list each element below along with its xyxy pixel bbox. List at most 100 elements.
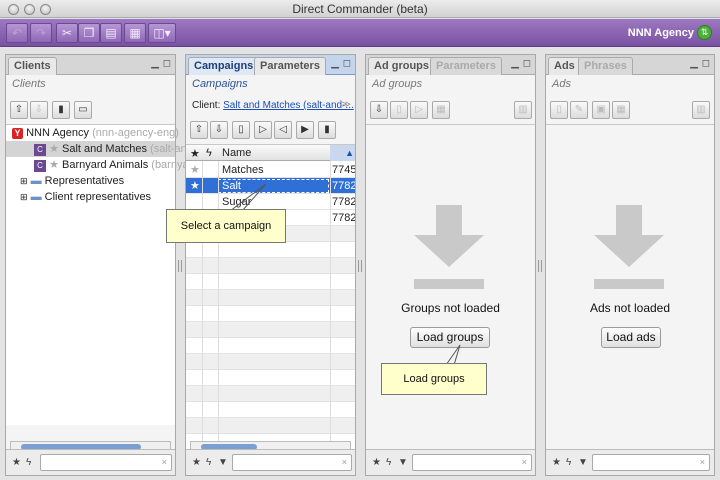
zoom-window-button[interactable] xyxy=(40,4,51,15)
collapse-icon[interactable]: ≫ xyxy=(342,99,351,110)
campaigns-search-input[interactable]: × xyxy=(232,454,352,471)
battery-icon[interactable]: ▭ xyxy=(74,101,92,119)
tree-client-item[interactable]: C ★ Salt and Matches (salt-and- xyxy=(6,141,197,157)
clients-panel: Clients ▁ ◻ Clients ⇧ ⇩ ▮ ▭ Y NNN Agency… xyxy=(5,54,197,476)
trash-icon[interactable]: ▥ xyxy=(692,101,710,119)
start-icon[interactable]: ▷ xyxy=(254,121,272,139)
tab-ads[interactable]: Ads xyxy=(548,57,581,75)
lightning-filter-icon[interactable]: ϟ xyxy=(206,457,211,468)
star-filter-icon[interactable]: ★ xyxy=(12,457,21,468)
sync-status-icon[interactable]: ⇅ xyxy=(697,25,712,40)
minimize-window-button[interactable] xyxy=(24,4,35,15)
name-column-header[interactable]: Name xyxy=(222,147,251,159)
client-selector[interactable]: Client: Salt and Matches (salt-and-... xyxy=(192,100,354,111)
splitter-handle[interactable] xyxy=(538,260,542,272)
expand-icon[interactable]: ⊞ xyxy=(20,176,28,186)
lightning-filter-icon[interactable]: ϟ xyxy=(386,457,391,468)
arrow-base xyxy=(594,279,664,289)
funnel-filter-icon[interactable]: ▼ xyxy=(218,457,228,468)
table-icon[interactable]: ▦ xyxy=(612,101,630,119)
tree-client-item[interactable]: C ★ Barnyard Animals (barnyar xyxy=(6,157,192,173)
lightning-filter-icon[interactable]: ϟ xyxy=(566,457,571,468)
adgroups-search-input[interactable]: × xyxy=(412,454,532,471)
edit-icon[interactable]: ✎ xyxy=(570,101,588,119)
minimize-panel-icon[interactable]: ▁ xyxy=(690,58,698,69)
tooltip-pointer xyxy=(229,183,267,212)
campaign-id: 7782 xyxy=(332,212,355,224)
trash-icon[interactable]: ▥ xyxy=(514,101,532,119)
close-window-button[interactable] xyxy=(8,4,19,15)
star-column-icon[interactable]: ★ xyxy=(190,147,200,160)
funnel-filter-icon[interactable]: ▼ xyxy=(578,457,588,468)
minimize-panel-icon[interactable]: ▁ xyxy=(511,58,519,69)
star-icon[interactable]: ★ xyxy=(49,143,59,155)
resume-icon[interactable]: ▷ xyxy=(410,101,428,119)
campaign-id: 7745 xyxy=(332,164,355,176)
tab-group-parameters[interactable]: Parameters xyxy=(430,57,502,75)
splitter-handle[interactable] xyxy=(178,260,182,272)
minimize-panel-icon[interactable]: ▁ xyxy=(151,58,159,69)
tree-agency[interactable]: Y NNN Agency (nnn-agency-eng) xyxy=(6,125,179,141)
star-icon[interactable]: ★ xyxy=(190,162,200,178)
star-icon[interactable]: ★ xyxy=(190,178,200,194)
lightning-filter-icon[interactable]: ϟ xyxy=(26,457,31,468)
undo-icon[interactable]: ↶ xyxy=(6,23,28,43)
agency-icon: Y xyxy=(12,128,23,139)
lightning-column-icon[interactable]: ϟ xyxy=(206,147,212,159)
paste-icon[interactable]: ▤ xyxy=(100,23,122,43)
tab-phrases[interactable]: Phrases xyxy=(578,57,633,75)
download-icon[interactable]: ⇩ xyxy=(370,101,388,119)
view-menu-icon[interactable]: ◫▾ xyxy=(148,23,176,43)
ads-empty-message: Ads not loaded xyxy=(589,301,671,315)
clear-search-icon[interactable]: × xyxy=(522,457,527,467)
sort-ascending-icon[interactable]: ▲ xyxy=(330,145,355,161)
maximize-panel-icon[interactable]: ◻ xyxy=(343,58,351,69)
download-icon[interactable]: ⇩ xyxy=(210,121,228,139)
upload-icon[interactable]: ⇧ xyxy=(190,121,208,139)
adgroups-toolbar: ⇩ ▯ ▷ ▦ ▥ xyxy=(366,97,535,125)
splitter-handle[interactable] xyxy=(358,260,362,272)
load-groups-tooltip: Load groups xyxy=(381,363,487,395)
cut-icon[interactable]: ✂ xyxy=(56,23,78,43)
maximize-panel-icon[interactable]: ◻ xyxy=(702,58,710,69)
stop-icon[interactable]: ◁ xyxy=(274,121,292,139)
stats-icon[interactable]: ▮ xyxy=(52,101,70,119)
ads-search-input[interactable]: × xyxy=(592,454,710,471)
upload-icon[interactable]: ⇧ xyxy=(10,101,28,119)
funnel-filter-icon[interactable]: ▼ xyxy=(398,457,408,468)
copy-icon[interactable]: ❐ xyxy=(78,23,100,43)
clear-search-icon[interactable]: × xyxy=(342,457,347,467)
maximize-panel-icon[interactable]: ◻ xyxy=(163,58,171,69)
star-filter-icon[interactable]: ★ xyxy=(552,457,561,468)
document-icon[interactable]: ▯ xyxy=(550,101,568,119)
minimize-panel-icon[interactable]: ▁ xyxy=(331,58,339,69)
document-icon[interactable]: ▯ xyxy=(390,101,408,119)
table-icon[interactable]: ▦ xyxy=(432,101,450,119)
clients-search-input[interactable]: × xyxy=(40,454,172,471)
load-ads-button[interactable]: Load ads xyxy=(601,327,661,348)
ads-panel: Ads Phrases ▁ ◻ Ads ▯ ✎ ▣ ▦ ▥ Ads not lo… xyxy=(545,54,715,476)
tree-group-client-representatives[interactable]: ⊞ ▬ Client representatives xyxy=(6,189,175,205)
star-filter-icon[interactable]: ★ xyxy=(372,457,381,468)
tab-campaign-parameters[interactable]: Parameters xyxy=(254,57,326,75)
tree-group-representatives[interactable]: ⊞ ▬ Representatives xyxy=(6,173,175,189)
clear-search-icon[interactable]: × xyxy=(700,457,705,467)
maximize-panel-icon[interactable]: ◻ xyxy=(523,58,531,69)
table-icon[interactable]: ▦ xyxy=(124,23,146,43)
clear-search-icon[interactable]: × xyxy=(162,457,167,467)
client-link[interactable]: Salt and Matches (salt-and-... xyxy=(223,100,354,111)
folder-icon: ▬ xyxy=(30,175,42,187)
tab-clients[interactable]: Clients xyxy=(8,57,57,75)
image-icon[interactable]: ▣ xyxy=(592,101,610,119)
expand-icon[interactable]: ⊞ xyxy=(20,192,28,202)
star-filter-icon[interactable]: ★ xyxy=(192,457,201,468)
tab-ad-groups[interactable]: Ad groups xyxy=(368,57,435,75)
document-icon[interactable]: ▯ xyxy=(232,121,250,139)
stats-icon[interactable]: ▮ xyxy=(318,121,336,139)
star-icon[interactable]: ★ xyxy=(49,159,59,171)
resume-icon[interactable]: ▶ xyxy=(296,121,314,139)
redo-icon[interactable]: ↷ xyxy=(30,23,52,43)
client-icon: C xyxy=(34,144,46,156)
tab-campaigns[interactable]: Campaigns xyxy=(188,57,260,75)
download-icon[interactable]: ⇩ xyxy=(30,101,48,119)
